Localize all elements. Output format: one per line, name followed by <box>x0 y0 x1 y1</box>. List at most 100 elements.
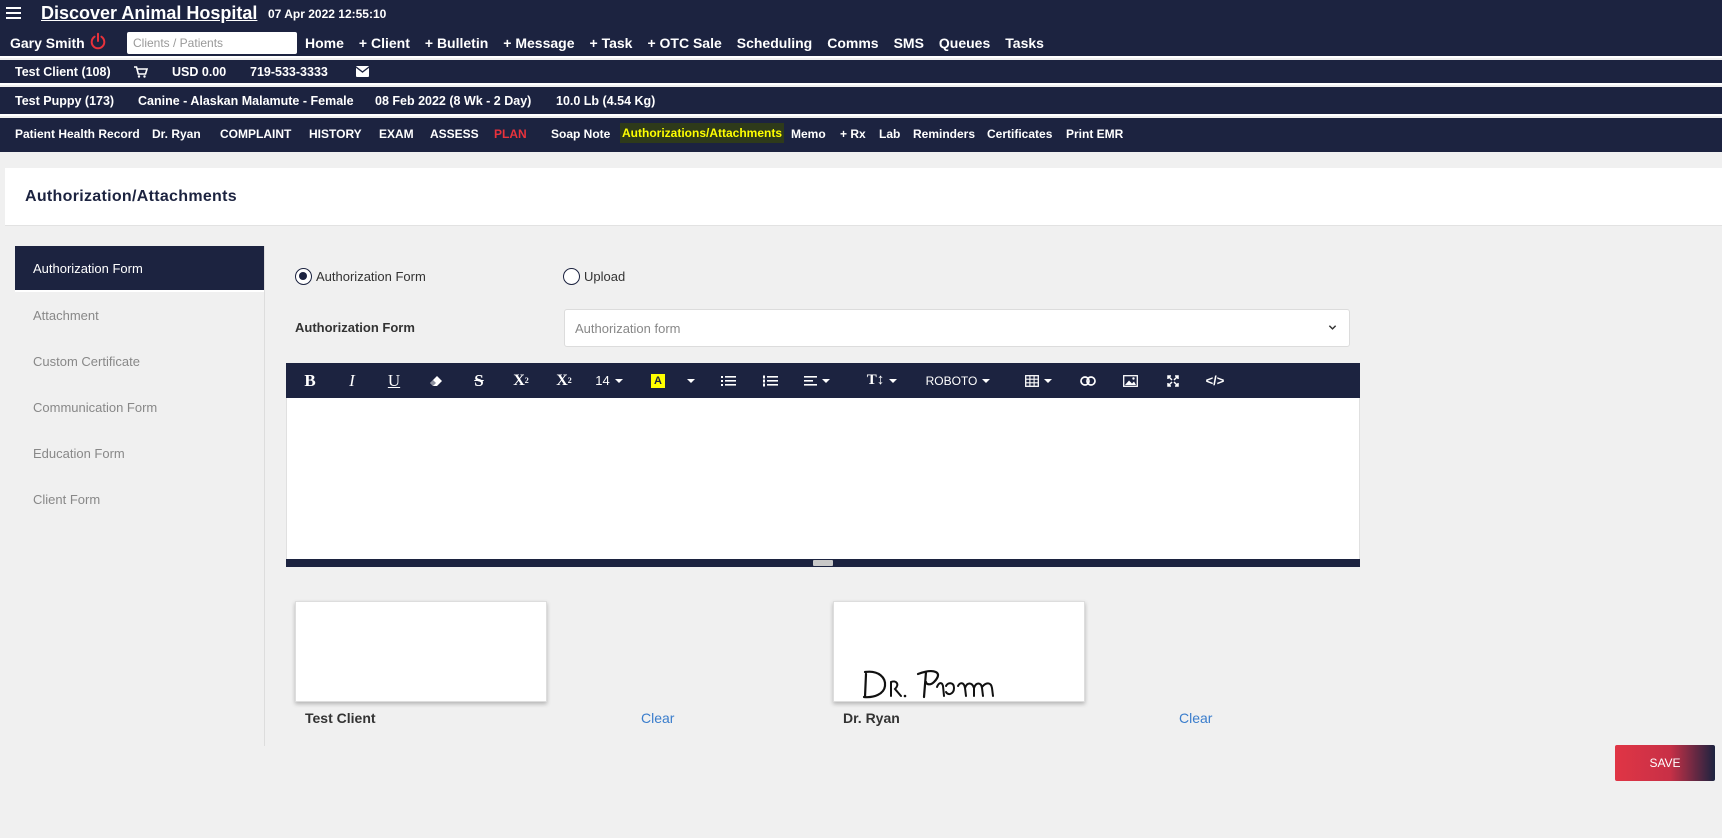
client-phone: 719-533-3333 <box>250 65 328 79</box>
authorization-form-label: Authorization Form <box>295 320 415 335</box>
resize-grip-icon[interactable] <box>813 560 833 566</box>
client-signature-pad[interactable] <box>295 601 547 702</box>
radio-checked-icon <box>295 268 312 285</box>
user-name: Gary Smith <box>10 35 85 51</box>
table-icon[interactable] <box>1021 363 1055 398</box>
doctor-signature-drawing <box>862 670 994 699</box>
nav-add-bulletin[interactable]: + Bulletin <box>425 35 488 51</box>
power-icon[interactable] <box>89 32 107 50</box>
radio-unchecked-icon <box>563 268 580 285</box>
radio-upload-label: Upload <box>584 269 626 284</box>
sidebar-item-communication-form[interactable]: Communication Form <box>15 384 264 430</box>
page-header: Authorization/Attachments <box>5 168 1722 226</box>
tab-soap-note[interactable]: Soap Note <box>551 127 610 141</box>
ehr-title: Patient Health Record <box>15 127 140 141</box>
client-signature-name: Test Client <box>305 710 376 726</box>
underline-icon[interactable]: U <box>382 363 406 398</box>
patient-dob: 08 Feb 2022 (8 Wk - 2 Day) <box>375 94 532 108</box>
tab-lab[interactable]: Lab <box>879 127 900 141</box>
numbered-list-icon[interactable] <box>758 363 782 398</box>
editor-resize-bar[interactable] <box>286 559 1360 567</box>
tab-reminders[interactable]: Reminders <box>913 127 975 141</box>
patient-weight: 10.0 Lb (4.54 Kg) <box>556 94 656 108</box>
tab-memo[interactable]: Memo <box>791 127 826 141</box>
fullscreen-icon[interactable] <box>1161 363 1185 398</box>
tab-complaint[interactable]: COMPLAINT <box>220 127 291 141</box>
main-nav-bar: Gary Smith Home + Client + Bulletin + Me… <box>0 28 1722 58</box>
font-family-dropdown[interactable]: ROBOTO <box>923 363 993 398</box>
sidebar: Authorization Form Attachment Custom Cer… <box>15 246 265 746</box>
font-size-dropdown[interactable]: 14 <box>592 363 626 398</box>
nav-add-otc-sale[interactable]: + OTC Sale <box>647 35 721 51</box>
font-size-value: 14 <box>595 373 610 388</box>
radio-authorization-form-label: Authorization Form <box>316 269 426 284</box>
cart-icon[interactable] <box>134 66 148 78</box>
doctor-signature-name: Dr. Ryan <box>843 710 900 726</box>
main-nav: Home + Client + Bulletin + Message + Tas… <box>305 35 1059 51</box>
page-title: Authorization/Attachments <box>25 188 237 205</box>
tab-assess[interactable]: ASSESS <box>430 127 479 141</box>
editor-toolbar: B I U S X2 X2 14 A T↕ ROBOTO </> <box>286 363 1360 398</box>
ehr-bar: Patient Health Record Dr. Ryan COMPLAINT… <box>0 118 1722 152</box>
nav-sms[interactable]: SMS <box>894 35 924 51</box>
sidebar-item-education-form[interactable]: Education Form <box>15 430 264 476</box>
tab-plan[interactable]: PLAN <box>494 127 527 141</box>
patient-species: Canine - Alaskan Malamute - Female <box>138 94 354 108</box>
italic-icon[interactable]: I <box>340 363 364 398</box>
tab-print-emr[interactable]: Print EMR <box>1066 127 1123 141</box>
patient-name-link[interactable]: Test Puppy (173) <box>15 94 114 108</box>
subscript-icon[interactable]: X2 <box>552 363 576 398</box>
tab-certificates[interactable]: Certificates <box>987 127 1052 141</box>
ehr-doctor: Dr. Ryan <box>152 127 201 141</box>
highlight-color-icon[interactable]: A <box>650 363 666 398</box>
envelope-icon[interactable] <box>356 66 369 77</box>
search-input[interactable] <box>127 32 297 54</box>
nav-add-client[interactable]: + Client <box>359 35 410 51</box>
hospital-name-link[interactable]: Discover Animal Hospital <box>41 3 257 24</box>
tab-authorizations-attachments[interactable]: Authorizations/Attachments <box>620 123 785 143</box>
code-view-icon[interactable]: </> <box>1200 363 1230 398</box>
radio-upload[interactable]: Upload <box>563 268 625 285</box>
nav-scheduling[interactable]: Scheduling <box>737 35 812 51</box>
rich-text-editor[interactable] <box>286 398 1360 559</box>
align-dropdown-icon[interactable] <box>800 363 834 398</box>
nav-add-task[interactable]: + Task <box>590 35 633 51</box>
nav-tasks[interactable]: Tasks <box>1005 35 1044 51</box>
sidebar-item-client-form[interactable]: Client Form <box>15 476 264 522</box>
client-bar: Test Client (108) USD 0.00 719-533-3333 <box>0 60 1722 85</box>
highlight-color-caret[interactable] <box>686 363 696 398</box>
top-header: Discover Animal Hospital 07 Apr 2022 12:… <box>0 0 1722 28</box>
bullet-list-icon[interactable] <box>716 363 740 398</box>
tab-add-rx[interactable]: + Rx <box>840 127 866 141</box>
clear-client-signature-button[interactable]: Clear <box>641 710 674 726</box>
doctor-signature-pad[interactable] <box>833 601 1085 702</box>
superscript-icon[interactable]: X2 <box>509 363 533 398</box>
clear-doctor-signature-button[interactable]: Clear <box>1179 710 1212 726</box>
radio-authorization-form[interactable]: Authorization Form <box>295 268 426 285</box>
bold-icon[interactable]: B <box>298 363 322 398</box>
patient-bar: Test Puppy (173) Canine - Alaskan Malamu… <box>0 87 1722 116</box>
save-button[interactable]: SAVE <box>1615 745 1715 781</box>
sidebar-item-attachment[interactable]: Attachment <box>15 292 264 338</box>
sidebar-item-authorization-form[interactable]: Authorization Form <box>15 246 264 292</box>
authorization-form-select[interactable]: Authorization form <box>564 309 1350 347</box>
eraser-icon[interactable] <box>424 363 448 398</box>
nav-home[interactable]: Home <box>305 35 344 51</box>
current-datetime: 07 Apr 2022 12:55:10 <box>268 7 387 21</box>
font-family-value: ROBOTO <box>925 373 978 388</box>
client-name-link[interactable]: Test Client (108) <box>15 65 111 79</box>
menu-icon[interactable] <box>6 7 21 21</box>
nav-comms[interactable]: Comms <box>827 35 878 51</box>
tab-exam[interactable]: EXAM <box>379 127 414 141</box>
strikethrough-icon[interactable]: S <box>467 363 491 398</box>
client-balance: USD 0.00 <box>172 65 227 79</box>
nav-add-message[interactable]: + Message <box>503 35 574 51</box>
select-placeholder: Authorization form <box>575 320 681 336</box>
chevron-down-icon <box>1328 325 1337 330</box>
nav-queues[interactable]: Queues <box>939 35 990 51</box>
tab-history[interactable]: HISTORY <box>309 127 362 141</box>
sidebar-item-custom-certificate[interactable]: Custom Certificate <box>15 338 264 384</box>
text-height-dropdown-icon[interactable]: T↕ <box>865 363 899 398</box>
link-icon[interactable] <box>1076 363 1100 398</box>
image-icon[interactable] <box>1118 363 1142 398</box>
